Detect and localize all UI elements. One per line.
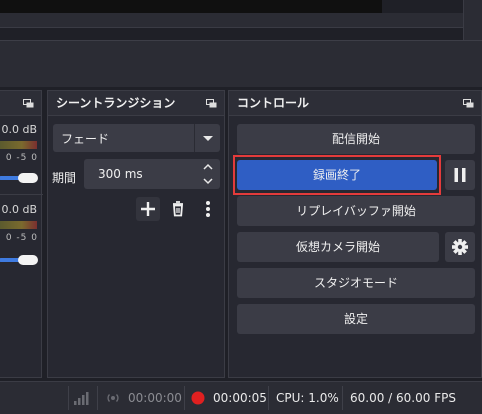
trash-icon xyxy=(173,201,183,217)
meter-ticks: 0 -5 0 xyxy=(5,233,38,243)
meter-ticks: 0 -5 0 xyxy=(5,153,38,163)
signal-strength-icon xyxy=(74,392,89,405)
streaming-icon xyxy=(107,394,119,402)
remove-transition-button[interactable] xyxy=(166,197,190,221)
dock-title-text: シーントランジション xyxy=(56,96,176,110)
more-vertical-icon xyxy=(206,201,210,217)
undock-icon[interactable] xyxy=(23,99,34,108)
transition-select[interactable]: フェード xyxy=(53,124,220,152)
settings-button[interactable]: 設定 xyxy=(237,304,475,334)
transition-properties-button[interactable] xyxy=(196,197,220,221)
audio-divider xyxy=(0,194,43,195)
volume-slider-knob[interactable] xyxy=(18,255,38,265)
add-transition-button[interactable] xyxy=(136,197,160,221)
status-bar: 00:00:00 00:00:05 CPU: 1.0% 60.00 / 60.0… xyxy=(0,381,482,414)
record-icon xyxy=(191,391,205,405)
pause-recording-button[interactable] xyxy=(445,160,475,190)
volume-meter xyxy=(0,141,37,149)
status-divider xyxy=(268,386,269,410)
gear-icon xyxy=(452,239,468,255)
duration-value: 300 ms xyxy=(98,167,143,181)
volume-meter xyxy=(0,221,37,229)
preview-canvas xyxy=(0,0,382,13)
virtual-camera-settings-button[interactable] xyxy=(445,232,475,262)
status-divider xyxy=(342,386,343,410)
preview-frame xyxy=(0,13,463,28)
undock-icon[interactable] xyxy=(206,99,217,108)
stream-time: 00:00:00 xyxy=(128,391,182,405)
scene-transitions-dock: シーントランジション フェード 期間 300 ms xyxy=(47,90,225,378)
chevron-up-icon[interactable] xyxy=(202,162,214,172)
status-divider xyxy=(184,386,185,410)
audio-mixer-title xyxy=(0,91,41,116)
fps-display: 60.00 / 60.00 FPS xyxy=(350,391,456,405)
studio-mode-button[interactable]: スタジオモード xyxy=(237,268,475,298)
start-virtual-camera-button[interactable]: 仮想カメラ開始 xyxy=(237,232,439,262)
dock-title-text: コントロール xyxy=(237,96,310,110)
undock-icon[interactable] xyxy=(463,99,474,108)
stop-recording-button[interactable]: 録画終了 xyxy=(237,160,437,190)
audio-mixer-dock: 0.0 dB 0 -5 0 0.0 dB 0 -5 0 xyxy=(0,90,43,378)
toolbar-strip xyxy=(0,40,482,87)
volume-slider-knob[interactable] xyxy=(18,173,38,183)
scene-transitions-title: シーントランジション xyxy=(48,91,224,116)
transition-select-value: フェード xyxy=(61,132,110,146)
start-streaming-button[interactable]: 配信開始 xyxy=(237,124,475,154)
start-replay-buffer-button[interactable]: リプレイバッファ開始 xyxy=(237,196,475,226)
volume-db-label: 0.0 dB xyxy=(1,203,37,216)
record-time: 00:00:05 xyxy=(213,391,267,405)
preview-gutter xyxy=(463,0,482,40)
pause-icon xyxy=(454,168,466,182)
controls-title: コントロール xyxy=(229,91,481,116)
duration-spinbox[interactable]: 300 ms xyxy=(84,159,220,189)
volume-db-label: 0.0 dB xyxy=(1,123,37,136)
chevron-down-icon[interactable] xyxy=(194,124,220,152)
plus-icon xyxy=(141,202,155,216)
chevron-down-icon[interactable] xyxy=(202,176,214,186)
status-divider xyxy=(68,386,69,410)
status-divider xyxy=(97,386,98,410)
duration-label: 期間 xyxy=(52,171,77,185)
cpu-usage: CPU: 1.0% xyxy=(276,391,339,405)
controls-dock: コントロール 配信開始 録画終了 リプレイバッファ開始 仮想カメラ開始 スタジオ… xyxy=(228,90,482,378)
